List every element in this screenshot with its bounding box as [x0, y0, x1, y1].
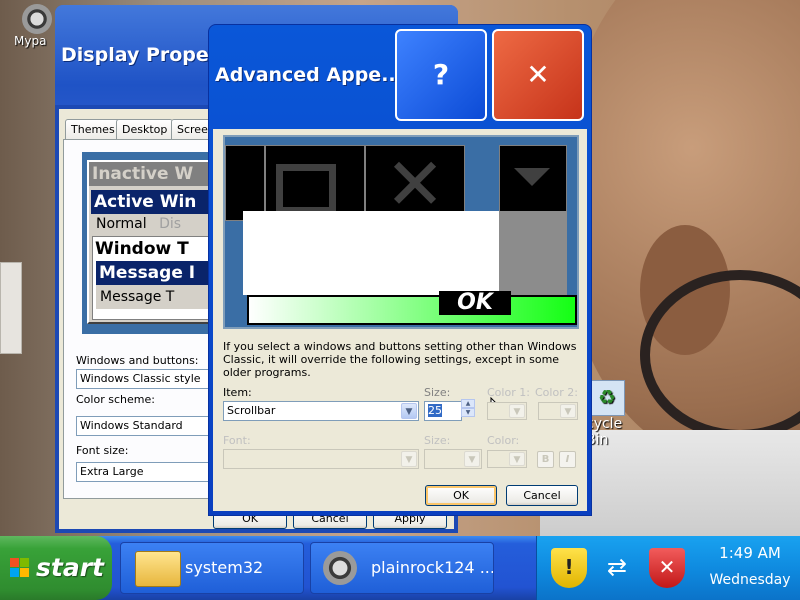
size-label: Size:: [424, 386, 451, 399]
advanced-appearance-window[interactable]: Advanced Appe... ? ✕ ✕ OK If you select …: [208, 24, 592, 516]
help-button[interactable]: ?: [395, 29, 487, 121]
preview-maximize-box: [265, 145, 365, 221]
color2-label: Color 2:: [535, 386, 578, 399]
font-size-label: Size:: [424, 434, 451, 447]
preview-message-bar: [247, 295, 577, 325]
font-label: Font:: [223, 434, 251, 447]
font-size-label: Font size:: [76, 444, 129, 457]
spin-up-icon[interactable]: ▲: [461, 399, 475, 408]
folder-icon: [135, 551, 181, 587]
preview-window-area: [243, 211, 499, 295]
system-tray: ! ⇄ ✕ 1:49 AM Wednesday: [536, 536, 800, 600]
item-label: Item:: [223, 386, 252, 399]
taskbar-item-label: system32: [185, 558, 264, 577]
close-button[interactable]: ✕: [492, 29, 584, 121]
raccoon-icon: [323, 551, 357, 585]
scroll-down-arrow-icon: [514, 168, 550, 186]
color2-picker[interactable]: ▼: [538, 402, 578, 420]
taskbar: start system32 plainrock124 ... ! ⇄ ✕ 1:…: [0, 536, 800, 600]
tab-desktop[interactable]: Desktop: [116, 119, 174, 140]
bold-toggle[interactable]: B: [537, 451, 554, 468]
item-select-value: Scrollbar: [227, 404, 276, 417]
tab-themes[interactable]: Themes: [65, 119, 121, 140]
color-scheme-label: Color scheme:: [76, 393, 155, 406]
font-size-select[interactable]: ▼: [424, 449, 482, 469]
security-warning-icon[interactable]: !: [551, 548, 587, 588]
chevron-down-icon: ▼: [464, 451, 480, 467]
taskbar-item-plainrock124[interactable]: plainrock124 ...: [310, 542, 494, 594]
taskbar-item-label: plainrock124 ...: [371, 558, 494, 577]
cancel-button[interactable]: Cancel: [506, 485, 578, 506]
start-label: start: [36, 553, 104, 582]
desktop-icon-mypa[interactable]: Mypa: [14, 4, 60, 48]
preview-menu-normal: Normal: [96, 216, 147, 232]
font-color-picker[interactable]: ▼: [487, 450, 527, 468]
chevron-down-icon: ▼: [560, 404, 576, 418]
security-alert-icon[interactable]: ✕: [649, 548, 685, 588]
desktop-icon-label: cycle Bin: [586, 416, 623, 448]
color1-picker[interactable]: ▼: [487, 402, 527, 420]
size-input[interactable]: 25: [424, 401, 462, 421]
window-title: Advanced Appe...: [215, 64, 403, 86]
windows-buttons-label: Windows and buttons:: [76, 354, 199, 367]
wall-outlet: [0, 262, 22, 354]
maximize-icon: [276, 164, 336, 214]
advanced-appearance-client: ✕ OK If you select a windows and buttons…: [213, 129, 587, 511]
preview-close-box: ✕: [365, 145, 465, 222]
help-icon: ?: [432, 58, 450, 91]
preview-scroll-arrow-box: [499, 145, 567, 221]
size-spinner[interactable]: ▲ ▼: [461, 399, 475, 419]
taskbar-item-system32[interactable]: system32: [120, 542, 304, 594]
chevron-down-icon: ▼: [509, 404, 525, 418]
chevron-down-icon: ▼: [509, 452, 525, 466]
recycle-bin-icon: [591, 380, 625, 416]
font-color-label: Color:: [487, 434, 520, 447]
font-select[interactable]: ▼: [223, 449, 419, 469]
clock-time[interactable]: 1:49 AM: [705, 544, 795, 562]
window-title: Display Propert: [61, 44, 228, 66]
preview-menu-disabled: Dis: [159, 216, 182, 232]
chevron-down-icon[interactable]: ▼: [401, 403, 417, 419]
start-button[interactable]: start: [0, 536, 112, 600]
close-icon: ✕: [526, 58, 550, 91]
color1-label: Color 1:: [487, 386, 530, 399]
clock-day: Wednesday: [709, 572, 791, 588]
desktop-icon-label: Mypa: [14, 34, 47, 48]
ok-button[interactable]: OK: [425, 485, 497, 506]
override-note: If you select a windows and buttons sett…: [223, 340, 577, 379]
preview-caption-segment: [225, 145, 265, 221]
windows-logo-icon: [10, 558, 30, 578]
preview-ok-button: OK: [439, 291, 511, 315]
desktop-icon-recycle-bin[interactable]: cycle Bin: [586, 380, 630, 448]
chevron-down-icon: ▼: [401, 451, 417, 467]
spin-down-icon[interactable]: ▼: [461, 408, 475, 417]
item-select[interactable]: Scrollbar ▼: [223, 401, 419, 421]
size-input-value: 25: [428, 404, 442, 417]
network-icon[interactable]: ⇄: [599, 548, 635, 586]
italic-toggle[interactable]: I: [559, 451, 576, 468]
raccoon-icon: [22, 4, 52, 34]
advanced-preview[interactable]: ✕ OK: [223, 135, 579, 329]
preview-scrollbar-track: [499, 211, 567, 295]
